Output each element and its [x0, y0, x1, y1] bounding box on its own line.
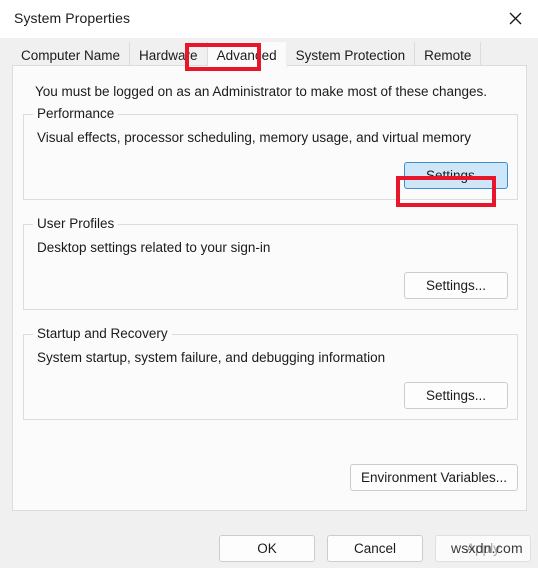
system-properties-dialog: System Properties Computer Name Hardware…	[0, 0, 538, 568]
window-title: System Properties	[14, 10, 131, 26]
watermark: wsxdn.com	[451, 540, 523, 556]
cancel-button[interactable]: Cancel	[327, 535, 423, 562]
performance-group: Performance Visual effects, processor sc…	[23, 106, 518, 200]
user-profiles-description: Desktop settings related to your sign-in	[37, 240, 271, 255]
environment-variables-button[interactable]: Environment Variables...	[350, 464, 518, 491]
startup-recovery-settings-button[interactable]: Settings...	[404, 382, 508, 409]
close-button[interactable]	[492, 0, 538, 37]
ok-button[interactable]: OK	[219, 535, 315, 562]
titlebar: System Properties	[0, 0, 538, 39]
user-profiles-group: User Profiles Desktop settings related t…	[23, 216, 518, 310]
tab-content-panel: You must be logged on as an Administrato…	[12, 65, 527, 511]
performance-description: Visual effects, processor scheduling, me…	[37, 130, 471, 145]
user-profiles-group-title: User Profiles	[33, 216, 119, 231]
close-icon	[509, 12, 522, 25]
performance-group-title: Performance	[33, 106, 119, 121]
user-profiles-settings-button[interactable]: Settings...	[404, 272, 508, 299]
performance-settings-button[interactable]: Settings...	[404, 162, 508, 189]
startup-recovery-description: System startup, system failure, and debu…	[37, 350, 386, 365]
startup-recovery-group: Startup and Recovery System startup, sys…	[23, 326, 518, 420]
tab-advanced[interactable]: Advanced	[207, 42, 287, 69]
startup-recovery-group-title: Startup and Recovery	[33, 326, 172, 341]
administrator-note: You must be logged on as an Administrato…	[35, 84, 488, 99]
